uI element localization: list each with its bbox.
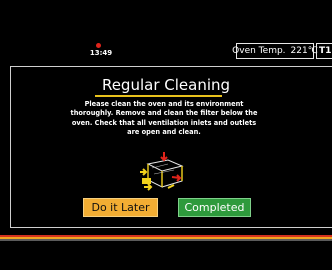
- do-it-later-button[interactable]: Do it Later: [83, 198, 158, 217]
- dialog-message: Please clean the oven and its environmen…: [70, 100, 258, 137]
- dialog-title-underline: [95, 95, 222, 97]
- clock: 13:49: [89, 49, 113, 57]
- tray-indicator: T1: [316, 43, 332, 59]
- dialog-title: Regular Cleaning: [101, 76, 231, 94]
- clock-indicator-dot: [96, 43, 101, 48]
- accent-stripe-grey: [0, 239, 332, 241]
- oven-temperature-display: Oven Temp. 221℃: [232, 43, 318, 59]
- oven-cleaning-illustration-icon: [140, 152, 184, 191]
- oven-temp-label: Oven Temp.: [232, 46, 286, 56]
- completed-button[interactable]: Completed: [178, 198, 251, 217]
- oven-temp-value: 221℃: [290, 46, 318, 56]
